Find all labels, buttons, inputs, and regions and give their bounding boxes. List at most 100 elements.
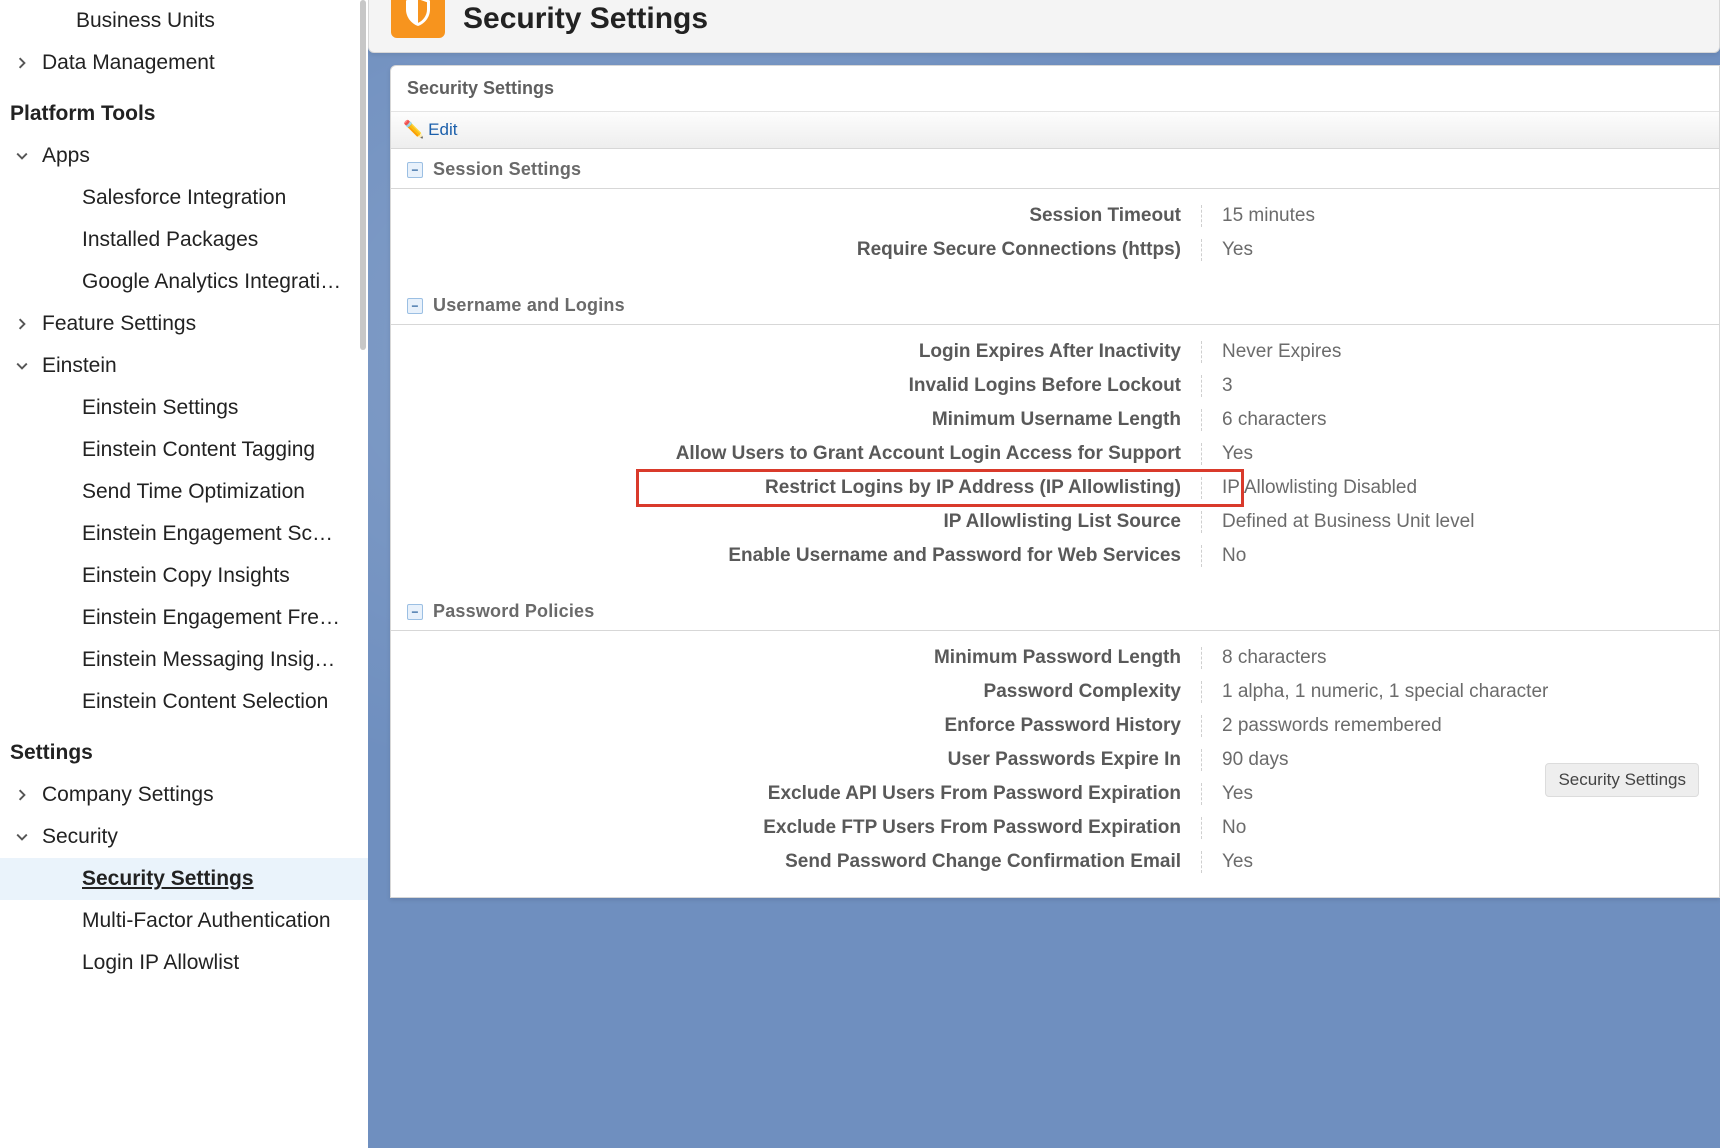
app-root: Business UnitsData ManagementPlatform To…	[0, 0, 1720, 1148]
nav-sub-item[interactable]: Einstein Settings	[0, 387, 368, 429]
separator	[1201, 817, 1202, 839]
separator	[1201, 409, 1202, 431]
nav-sub-label: Login IP Allowlist	[82, 951, 239, 975]
separator	[1201, 681, 1202, 703]
setting-label: Allow Users to Grant Account Login Acces…	[391, 443, 1201, 465]
setting-label: Send Password Change Confirmation Email	[391, 851, 1201, 873]
nav-item-label: Security	[34, 825, 118, 849]
settings-block: Minimum Password Length8 charactersPassw…	[391, 631, 1719, 897]
header-titles: Security Settings	[463, 2, 708, 36]
nav-heading: Platform Tools	[0, 84, 368, 135]
setting-value: Never Expires	[1222, 341, 1719, 363]
setting-label: Restrict Logins by IP Address (IP Allowl…	[391, 477, 1201, 499]
collapse-icon[interactable]: −	[407, 298, 423, 314]
separator	[1201, 647, 1202, 669]
setting-label: Password Complexity	[391, 681, 1201, 703]
nav-sub-item[interactable]: Einstein Copy Insights	[0, 555, 368, 597]
nav-sub-item[interactable]: Security Settings	[0, 858, 368, 900]
chevron-right-icon	[10, 57, 34, 69]
nav-sub-label: Multi-Factor Authentication	[82, 909, 331, 933]
nav-sub-label: Einstein Content Selection	[82, 690, 328, 714]
chevron-down-icon	[10, 831, 34, 843]
separator	[1201, 205, 1202, 227]
nav-sub-label: Einstein Copy Insights	[82, 564, 290, 588]
scrollbar-thumb[interactable]	[360, 0, 366, 350]
setting-row: Require Secure Connections (https)Yes	[391, 233, 1719, 267]
setting-label: Exclude FTP Users From Password Expirati…	[391, 817, 1201, 839]
page-header: Security Settings	[368, 0, 1720, 53]
nav-item[interactable]: Company Settings	[0, 774, 368, 816]
setting-value: 6 characters	[1222, 409, 1719, 431]
collapse-icon[interactable]: −	[407, 604, 423, 620]
section-header[interactable]: −Username and Logins	[391, 285, 1719, 325]
separator	[1201, 511, 1202, 533]
setting-value: 15 minutes	[1222, 205, 1719, 227]
nav-sub-item[interactable]: Multi-Factor Authentication	[0, 900, 368, 942]
setting-row: IP Allowlisting List SourceDefined at Bu…	[391, 505, 1719, 539]
section-title: Password Policies	[433, 601, 594, 622]
separator	[1201, 715, 1202, 737]
nav-item[interactable]: Data Management	[0, 42, 368, 84]
main-area: Security Settings Security Settings ✏️ E…	[368, 0, 1720, 1148]
separator	[1201, 477, 1202, 499]
setting-value: Defined at Business Unit level	[1222, 511, 1719, 533]
separator	[1201, 239, 1202, 261]
nav-sub-label: Einstein Settings	[82, 396, 238, 420]
settings-block: Session Timeout15 minutesRequire Secure …	[391, 189, 1719, 285]
section-header[interactable]: −Password Policies	[391, 591, 1719, 631]
nav-item[interactable]: Apps	[0, 135, 368, 177]
nav-item[interactable]: Security	[0, 816, 368, 858]
setting-row: Minimum Password Length8 characters	[391, 641, 1719, 675]
setting-value: 1 alpha, 1 numeric, 1 special character	[1222, 681, 1719, 703]
setting-row: Enforce Password History 2 passwords reme…	[391, 709, 1719, 743]
nav-sub-label: Einstein Content Tagging	[82, 438, 315, 462]
edit-toolbar: ✏️ Edit	[391, 112, 1719, 149]
setting-label: Minimum Username Length	[391, 409, 1201, 431]
nav-item[interactable]: Feature Settings	[0, 303, 368, 345]
nav-sub-item[interactable]: Google Analytics Integrati…	[0, 261, 368, 303]
nav-sub-item[interactable]: Send Time Optimization	[0, 471, 368, 513]
nav-sub-item[interactable]: Einstein Engagement Freq…	[0, 597, 368, 639]
nav-sub-item[interactable]: Einstein Content Tagging	[0, 429, 368, 471]
setting-label: Enforce Password History	[391, 715, 1201, 737]
setting-row: Allow Users to Grant Account Login Acces…	[391, 437, 1719, 471]
nav-item[interactable]: Einstein	[0, 345, 368, 387]
setting-row: Session Timeout15 minutes	[391, 199, 1719, 233]
nav-heading: Settings	[0, 723, 368, 774]
panel-title: Security Settings	[391, 66, 1719, 112]
nav-sub-item[interactable]: Login IP Allowlist	[0, 942, 368, 984]
separator	[1201, 375, 1202, 397]
setting-label: Enable Username and Password for Web Ser…	[391, 545, 1201, 567]
section-title: Session Settings	[433, 159, 581, 180]
setting-value: Yes	[1222, 851, 1719, 873]
setting-value: 2 passwords remembered	[1222, 715, 1719, 737]
setting-row: Enable Username and Password for Web Ser…	[391, 539, 1719, 573]
nav-sub-item[interactable]: Einstein Content Selection	[0, 681, 368, 723]
setting-label: Invalid Logins Before Lockout	[391, 375, 1201, 397]
nav-sub-label: Einstein Engagement Freq…	[82, 606, 342, 630]
setting-value: 3	[1222, 375, 1719, 397]
nav-item[interactable]: Business Units	[0, 0, 368, 42]
section-title: Username and Logins	[433, 295, 625, 316]
nav-sub-item[interactable]: Einstein Messaging Insights	[0, 639, 368, 681]
setting-row: Password Complexity 1 alpha, 1 numeric, 1…	[391, 675, 1719, 709]
separator	[1201, 443, 1202, 465]
setting-label: Exclude API Users From Password Expirati…	[391, 783, 1201, 805]
nav-sub-item[interactable]: Salesforce Integration	[0, 177, 368, 219]
collapse-icon[interactable]: −	[407, 162, 423, 178]
section-header[interactable]: −Session Settings	[391, 149, 1719, 189]
setting-value: 8 characters	[1222, 647, 1719, 669]
tooltip: Security Settings	[1545, 763, 1699, 797]
setting-row: Exclude FTP Users From Password Expirati…	[391, 811, 1719, 845]
nav-sub-item[interactable]: Installed Packages	[0, 219, 368, 261]
separator	[1201, 783, 1202, 805]
setting-row: Send Password Change Confirmation Email Y…	[391, 845, 1719, 879]
page-title: Security Settings	[463, 2, 708, 36]
edit-link[interactable]: Edit	[428, 120, 457, 140]
separator	[1201, 341, 1202, 363]
nav-item-label: Apps	[34, 144, 90, 168]
setting-value: Yes	[1222, 239, 1719, 261]
nav-sub-item[interactable]: Einstein Engagement Scor…	[0, 513, 368, 555]
separator	[1201, 545, 1202, 567]
chevron-down-icon	[10, 150, 34, 162]
